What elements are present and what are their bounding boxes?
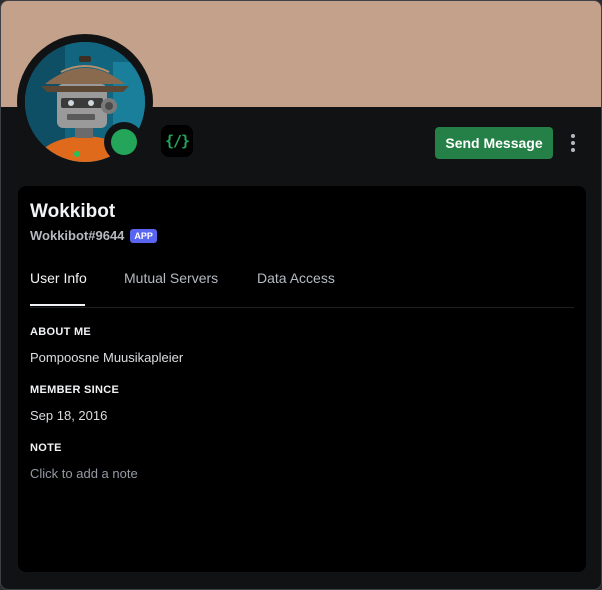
online-status-icon	[111, 129, 137, 155]
username[interactable]: Wokkibot#9644	[30, 228, 124, 243]
slash-commands-icon[interactable]: {/}	[161, 125, 193, 157]
note-heading: NOTE	[30, 442, 62, 454]
more-options-button[interactable]	[563, 129, 583, 157]
profile-info-card: Wokkibot Wokkibot#9644 APP User Info Mut…	[18, 186, 586, 572]
profile-tabs: User Info Mutual Servers Data Access	[30, 262, 574, 308]
tab-user-info[interactable]: User Info	[30, 270, 87, 286]
user-profile-modal: {/} Send Message Wokkibot Wokkibot#9644 …	[0, 0, 602, 590]
vertical-ellipsis-icon	[571, 134, 575, 138]
note-input[interactable]: Click to add a note	[30, 466, 138, 481]
member-since-date: Sep 18, 2016	[30, 408, 108, 423]
app-badge: APP	[130, 228, 157, 243]
tab-data-access[interactable]: Data Access	[257, 270, 335, 286]
active-tab-indicator	[30, 304, 85, 306]
username-row: Wokkibot#9644 APP	[30, 228, 157, 243]
display-name: Wokkibot	[30, 201, 116, 222]
about-me-heading: ABOUT ME	[30, 326, 92, 338]
send-message-button[interactable]: Send Message	[435, 127, 553, 159]
about-me-text: Pompoosne Muusikapleier	[30, 350, 184, 365]
member-since-heading: MEMBER SINCE	[30, 384, 120, 396]
tab-mutual-servers[interactable]: Mutual Servers	[124, 270, 218, 286]
